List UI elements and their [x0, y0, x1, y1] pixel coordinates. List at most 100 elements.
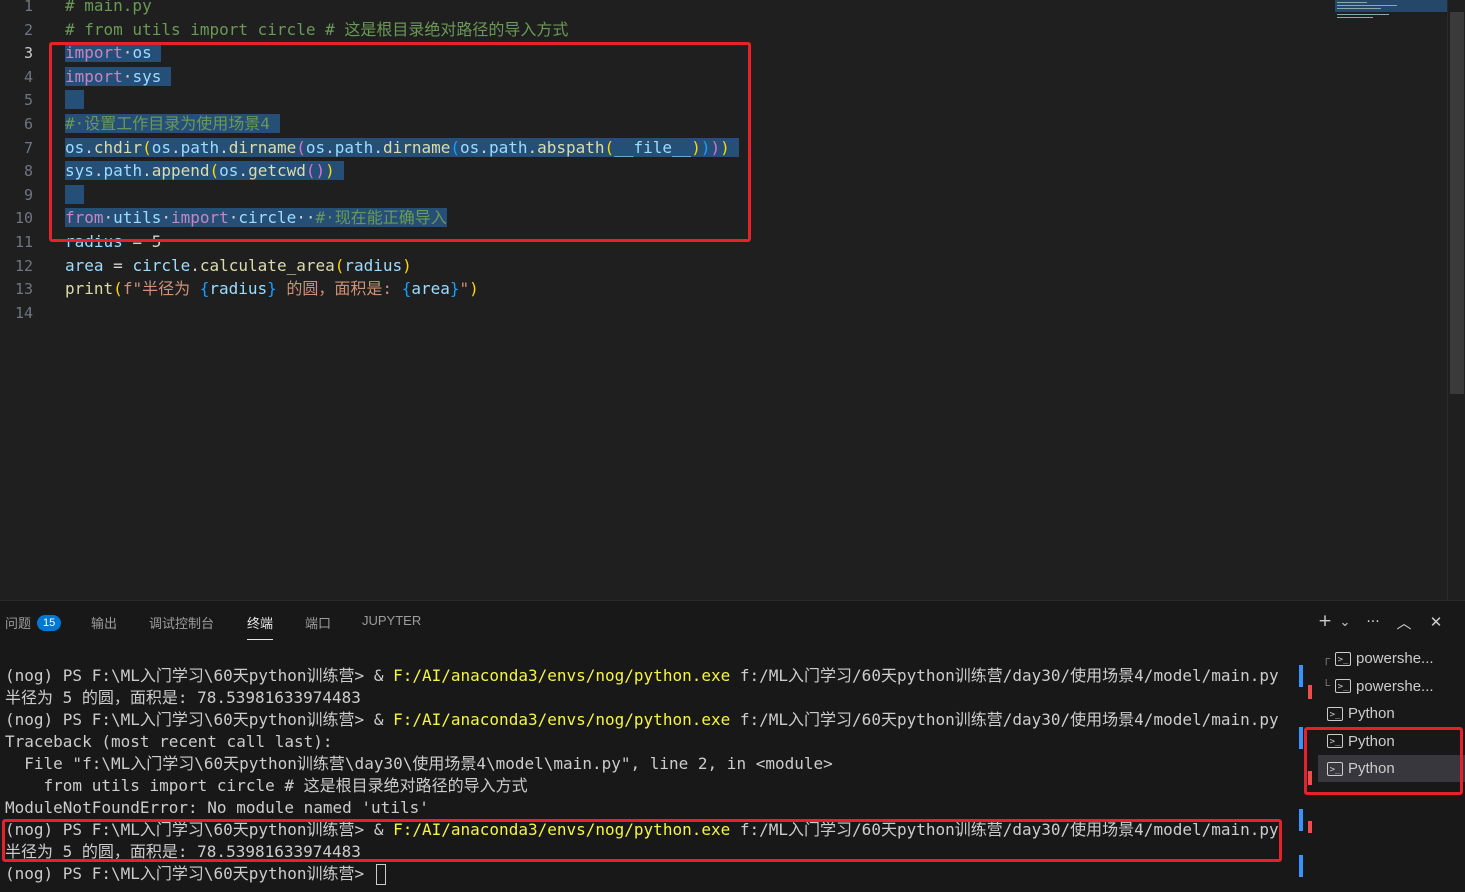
- panel-tab[interactable]: 端口: [305, 613, 331, 632]
- code-token: =: [122, 232, 152, 251]
- line-number: 2: [23, 20, 33, 39]
- code-token: radius: [65, 232, 123, 251]
- code-line[interactable]: 9: [0, 183, 1330, 207]
- code-token: os: [219, 161, 239, 181]
- code-token: .: [238, 161, 249, 181]
- terminal-instance-label: powershe...: [1356, 677, 1434, 695]
- editor-scrollbar[interactable]: [1447, 0, 1465, 600]
- code-token: ): [325, 161, 335, 181]
- terminal-text: F:/AI/anaconda3/envs/nog/python.exe: [393, 710, 731, 729]
- code-token: 的圆，面积是:: [276, 279, 402, 299]
- code-token: [334, 161, 345, 181]
- terminal-line: (nog) PS F:\ML入门学习\60天python训练营> & F:/AI…: [5, 819, 1295, 841]
- new-terminal-button[interactable]: +: [1314, 611, 1336, 631]
- code-token: radius: [209, 279, 268, 299]
- panel-tab-label: 问题: [5, 616, 32, 631]
- more-actions-icon[interactable]: ···: [1362, 614, 1384, 630]
- code-token: ): [700, 137, 711, 157]
- terminal-instance[interactable]: >_ Python: [1318, 700, 1465, 727]
- code-token: dirname: [382, 137, 451, 157]
- code-line[interactable]: 8 sys.path.append(os.getcwd()): [0, 159, 1330, 183]
- terminal-text: (nog) PS F:\ML入门学习\60天python训练营> &: [5, 820, 394, 839]
- code-line[interactable]: 3 import·os: [0, 41, 1330, 65]
- code-token: ·: [161, 208, 171, 228]
- minimap[interactable]: [1335, 0, 1447, 22]
- code-line[interactable]: 2 # from utils import circle # 这是根目录绝对路径的…: [0, 18, 1330, 42]
- code-token: }: [449, 279, 460, 299]
- maximize-panel-icon[interactable]: ︿: [1393, 612, 1415, 633]
- panel-tab-label: 端口: [305, 616, 332, 631]
- minimap-line: [1337, 17, 1373, 18]
- code-token: {: [401, 279, 412, 299]
- line-number: 3: [23, 44, 33, 63]
- line-number: 4: [23, 67, 33, 86]
- code-token: #·设置工作目录为使用场景4: [65, 114, 270, 133]
- minimap-line: [1337, 8, 1381, 9]
- code-token: (: [113, 279, 123, 299]
- panel-tab[interactable]: 问题 15: [5, 613, 62, 632]
- terminal-cursor: [375, 864, 386, 885]
- code-line[interactable]: 7 os.chdir(os.path.dirname(os.path.dirnam…: [0, 136, 1330, 160]
- code-text: # from utils import circle # 这是根目录绝对路径的导…: [65, 18, 568, 42]
- code-token: circle: [132, 255, 191, 275]
- code-token: [729, 137, 740, 157]
- scrollbar-thumb[interactable]: [1450, 12, 1464, 394]
- terminal-text: F:/AI/anaconda3/envs/nog/python.exe: [393, 820, 731, 839]
- code-text: #·设置工作目录为使用场景4: [65, 112, 280, 136]
- terminal-text: (nog) PS F:\ML入门学习\60天python训练营> &: [5, 710, 394, 729]
- code-token: import: [170, 208, 229, 228]
- code-token: [161, 66, 171, 86]
- terminal-instance[interactable]: ┌ >_ powershe...: [1318, 645, 1465, 672]
- code-token: (: [296, 137, 306, 157]
- code-line[interactable]: 4 import·sys: [0, 65, 1330, 89]
- code-token: f"半径为: [122, 279, 200, 299]
- terminal-instance[interactable]: └ >_ powershe...: [1318, 673, 1465, 700]
- terminal-instance-label: Python: [1348, 732, 1395, 750]
- panel-tab[interactable]: 调试控制台: [149, 613, 214, 632]
- code-token: (: [209, 161, 220, 181]
- code-line[interactable]: 10 from·utils·import·circle··#·现在能正确导入: [0, 206, 1330, 230]
- code-token: path: [488, 137, 528, 157]
- decoration-marker: [1299, 809, 1303, 831]
- code-line[interactable]: 12 area = circle.calculate_area(radius): [0, 254, 1330, 278]
- terminal-output[interactable]: (nog) PS F:\ML入门学习\60天python训练营> & F:/AI…: [5, 665, 1295, 885]
- code-token: ·: [103, 208, 114, 228]
- code-token: (: [450, 137, 461, 157]
- panel-tab-label: 输出: [91, 616, 118, 631]
- code-line[interactable]: 13 print(f"半径为 {radius} 的圆，面积是: {area}"): [0, 277, 1330, 301]
- code-token: (: [604, 137, 615, 157]
- code-token: os: [132, 43, 152, 63]
- code-line[interactable]: 5: [0, 88, 1330, 112]
- terminal-dropdown-icon[interactable]: ⌄: [1334, 615, 1356, 630]
- code-line[interactable]: 11 radius = 5: [0, 230, 1330, 254]
- terminal-icon: >_: [1327, 734, 1343, 748]
- decoration-marker: [1299, 727, 1303, 749]
- code-token: .: [219, 137, 229, 157]
- code-token: area: [65, 255, 104, 275]
- code-token: os: [151, 137, 171, 157]
- panel-tab[interactable]: 终端: [247, 613, 274, 640]
- code-line[interactable]: 14: [0, 301, 1330, 325]
- code-editor[interactable]: 1 # main.py 2 # from utils import circle # …: [0, 0, 1465, 600]
- close-panel-icon[interactable]: ✕: [1425, 613, 1447, 631]
- code-token: .: [325, 137, 335, 157]
- terminal-instance[interactable]: >_ Python: [1318, 755, 1465, 782]
- terminal-text: f:/ML入门学习/60天python训练营/day30/使用场景4/model…: [730, 820, 1279, 839]
- decoration-marker: [1299, 855, 1303, 877]
- line-number: 6: [23, 115, 33, 133]
- terminal-icon: >_: [1335, 679, 1351, 693]
- terminal-instance[interactable]: >_ Python: [1318, 728, 1465, 755]
- terminal-line: ModuleNotFoundError: No module named 'ut…: [5, 797, 1295, 819]
- code-line[interactable]: 1 # main.py: [0, 0, 1330, 18]
- code-token: [65, 90, 85, 110]
- terminal-text: 半径为 5 的圆，面积是: 78.53981633974483: [5, 688, 361, 707]
- decoration-marker: [1308, 821, 1312, 833]
- panel-tab[interactable]: JUPYTER: [362, 613, 421, 628]
- code-token: # from utils import circle # 这是根目录绝对路径的导…: [65, 19, 569, 39]
- code-line[interactable]: 6 #·设置工作目录为使用场景4: [0, 112, 1330, 136]
- code-text: print(f"半径为 {radius} 的圆，面积是: {area}"): [65, 277, 479, 301]
- terminal-icon: >_: [1327, 706, 1343, 721]
- panel-tab[interactable]: 输出: [91, 613, 117, 632]
- line-number: 12: [14, 256, 33, 275]
- terminal-text: (nog) PS F:\ML入门学习\60天python训练营>: [5, 864, 374, 883]
